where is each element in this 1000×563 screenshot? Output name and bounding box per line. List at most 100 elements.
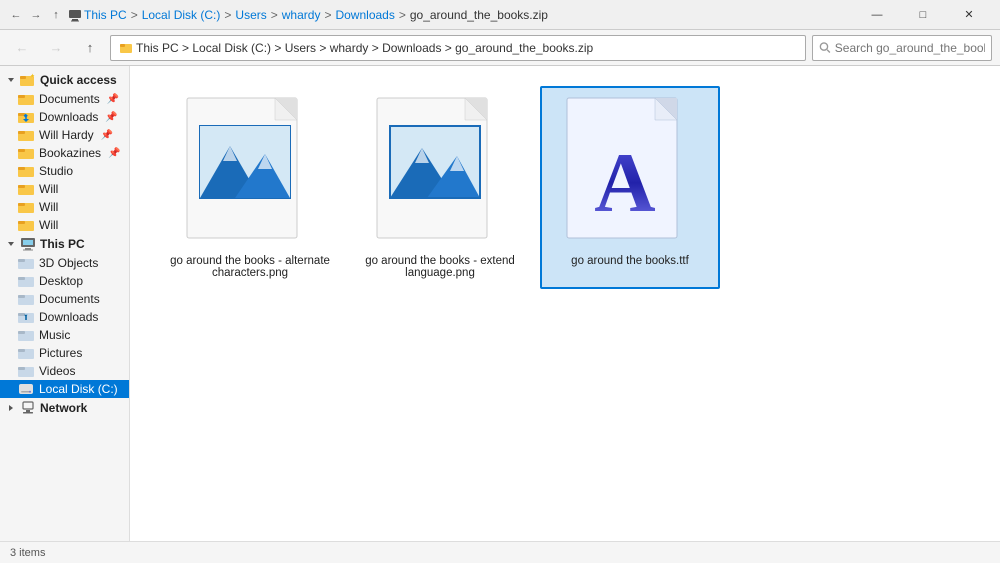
network-icon <box>20 401 36 415</box>
sidebar-item-will3[interactable]: Will <box>0 216 129 234</box>
3d-objects-icon <box>18 256 34 270</box>
file-icon-ttf: A <box>565 96 695 251</box>
up-button[interactable]: ↑ <box>76 35 104 61</box>
star-folder-icon <box>20 73 36 87</box>
sep5: > <box>399 8 406 22</box>
ttf-doc-svg: A <box>565 96 685 241</box>
search-input[interactable] <box>835 41 985 55</box>
sep1: > <box>131 8 138 22</box>
file-label-png2: go around the books - extend language.pn… <box>360 255 520 279</box>
sidebar-label-videos: Videos <box>39 364 75 378</box>
address-bar: ← → ↑ This PC > Local Disk (C:) > Users … <box>0 30 1000 66</box>
window-controls: — □ ✕ <box>854 0 992 30</box>
pc-icon <box>68 8 82 22</box>
sidebar-label-documents-pc: Documents <box>39 292 100 306</box>
network-label: Network <box>40 401 87 415</box>
sidebar-item-documents[interactable]: Documents 📌 <box>0 90 129 108</box>
sidebar-label-localdisk: Local Disk (C:) <box>39 382 118 396</box>
folder-willhardy-icon <box>18 128 34 142</box>
sidebar-label-studio: Studio <box>39 164 73 178</box>
forward-button[interactable]: → <box>42 35 70 61</box>
quick-access-header[interactable]: Quick access <box>0 70 129 90</box>
maximize-button[interactable]: □ <box>900 0 946 30</box>
sidebar-label-downloads-pc: Downloads <box>39 310 98 324</box>
address-text: This PC > Local Disk (C:) > Users > whar… <box>136 41 593 55</box>
sep2: > <box>224 8 231 22</box>
sidebar-label-will3: Will <box>39 218 58 232</box>
sidebar-item-localdisk[interactable]: Local Disk (C:) <box>0 380 129 398</box>
disk-icon <box>18 382 34 396</box>
nav-back[interactable]: ← <box>8 7 24 23</box>
downloads-folder-icon <box>18 110 34 124</box>
sidebar-item-pictures[interactable]: Pictures <box>0 344 129 362</box>
sidebar-label-downloads-quick: Downloads <box>39 110 98 124</box>
documents-pc-icon <box>18 292 34 306</box>
chevron-down-icon <box>6 75 16 85</box>
status-bar: 3 items <box>0 541 1000 563</box>
folder-will2-icon <box>18 200 34 214</box>
main-layout: Quick access Documents 📌 Downloads 📌 <box>0 66 1000 541</box>
sep3: > <box>271 8 278 22</box>
title-bar-left: ← → ↑ This PC > Local Disk (C:) > Users … <box>8 7 548 23</box>
path-drive[interactable]: Local Disk (C:) <box>142 8 221 22</box>
file-item-png1[interactable]: go around the books - alternate characte… <box>160 86 340 289</box>
this-pc-label: This PC <box>40 237 85 251</box>
title-bar: ← → ↑ This PC > Local Disk (C:) > Users … <box>0 0 1000 30</box>
sidebar-item-documents-pc[interactable]: Documents <box>0 290 129 308</box>
path-downloads[interactable]: Downloads <box>335 8 394 22</box>
path-users[interactable]: Users <box>235 8 266 22</box>
chevron-down-thispc-icon <box>6 239 16 249</box>
sidebar-label-3dobjects: 3D Objects <box>39 256 98 270</box>
nav-forward[interactable]: → <box>28 7 44 23</box>
close-button[interactable]: ✕ <box>946 0 992 30</box>
sidebar-item-will2[interactable]: Will <box>0 198 129 216</box>
file-icon-png1 <box>185 96 315 251</box>
folder-studio-icon <box>18 164 34 178</box>
folder-bookazines-icon <box>18 146 34 160</box>
pin-icon-bk: 📌 <box>108 148 120 159</box>
status-text: 3 items <box>10 547 45 559</box>
pin-icon-dl: 📌 <box>105 112 117 123</box>
sidebar-label-music: Music <box>39 328 70 342</box>
sep4: > <box>324 8 331 22</box>
sidebar-item-will1[interactable]: Will <box>0 180 129 198</box>
svg-text:A: A <box>594 136 655 230</box>
nav-up[interactable]: ↑ <box>48 7 64 23</box>
file-icon-png2 <box>375 96 505 251</box>
sidebar-item-3dobjects[interactable]: 3D Objects <box>0 254 129 272</box>
address-path[interactable]: This PC > Local Disk (C:) > Users > whar… <box>110 35 806 61</box>
file-item-png2[interactable]: go around the books - extend language.pn… <box>350 86 530 289</box>
folder-icon <box>18 92 34 106</box>
sidebar-item-bookazines[interactable]: Bookazines 📌 <box>0 144 129 162</box>
sidebar-label-pictures: Pictures <box>39 346 82 360</box>
png-doc-svg2 <box>375 96 495 241</box>
folder-zip-icon <box>119 41 133 55</box>
file-label-ttf: go around the books.ttf <box>571 255 689 267</box>
quick-access-label: Quick access <box>40 73 117 87</box>
pictures-icon <box>18 346 34 360</box>
path-thispc[interactable]: This PC <box>84 8 127 22</box>
pin-icon-wh: 📌 <box>101 130 113 141</box>
sidebar-item-studio[interactable]: Studio <box>0 162 129 180</box>
sidebar-item-willhardy[interactable]: Will Hardy 📌 <box>0 126 129 144</box>
sidebar-item-downloads-pc[interactable]: Downloads <box>0 308 129 326</box>
sidebar-label-desktop: Desktop <box>39 274 83 288</box>
sidebar-label-documents: Documents <box>39 92 100 106</box>
search-box[interactable] <box>812 35 992 61</box>
sidebar-item-desktop[interactable]: Desktop <box>0 272 129 290</box>
minimize-button[interactable]: — <box>854 0 900 30</box>
sidebar-item-music[interactable]: Music <box>0 326 129 344</box>
sidebar-label-will1: Will <box>39 182 58 196</box>
desktop-icon <box>18 274 34 288</box>
content-area: go around the books - alternate characte… <box>130 66 1000 541</box>
this-pc-header[interactable]: This PC <box>0 234 129 254</box>
music-icon <box>18 328 34 342</box>
path-whardy[interactable]: whardy <box>282 8 321 22</box>
file-label-png1: go around the books - alternate characte… <box>170 255 330 279</box>
network-header[interactable]: Network <box>0 398 129 418</box>
sidebar-item-downloads-quick[interactable]: Downloads 📌 <box>0 108 129 126</box>
back-button[interactable]: ← <box>8 35 36 61</box>
file-item-ttf[interactable]: A go around the books.ttf <box>540 86 720 289</box>
breadcrumb: This PC > Local Disk (C:) > Users > whar… <box>68 8 548 22</box>
sidebar-item-videos[interactable]: Videos <box>0 362 129 380</box>
